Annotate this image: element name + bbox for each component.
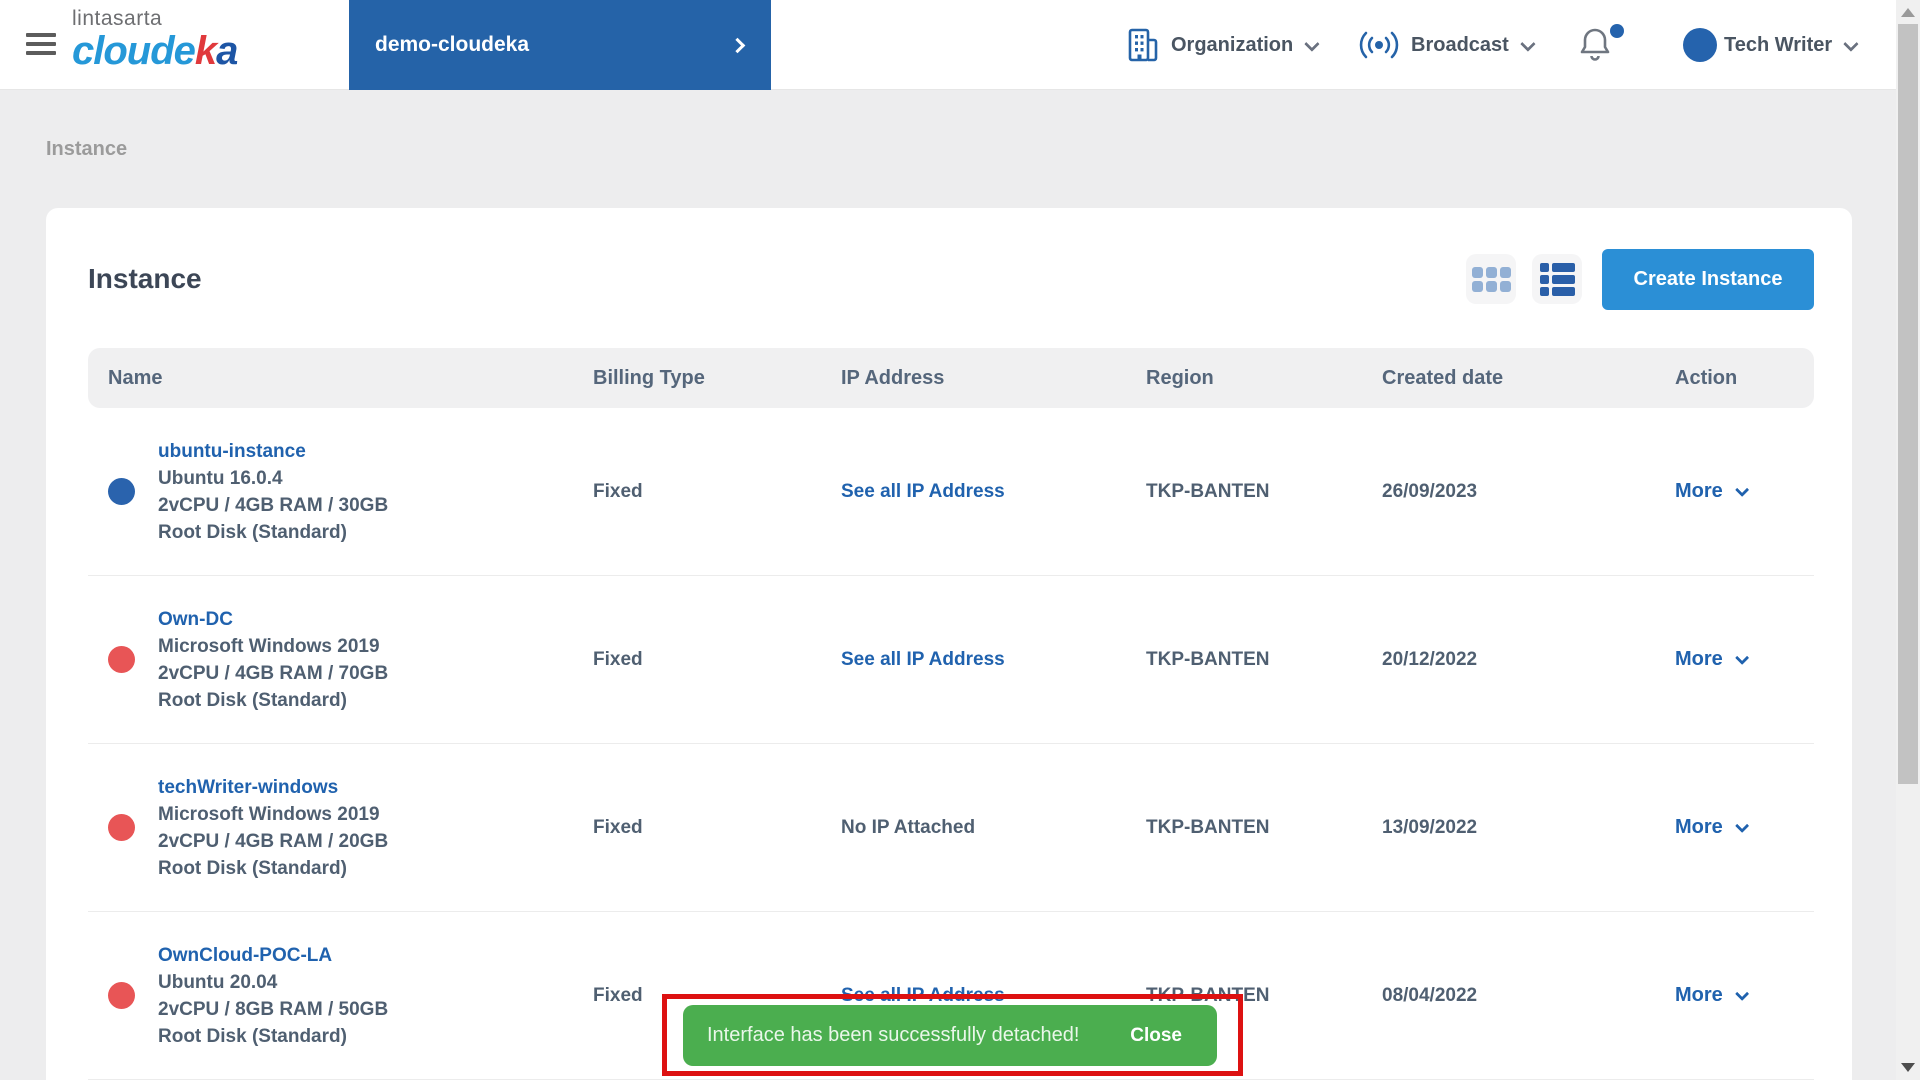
instance-disk: Root Disk (Standard) [158, 519, 388, 546]
create-instance-button[interactable]: Create Instance [1602, 249, 1814, 310]
instance-disk: Root Disk (Standard) [158, 855, 388, 882]
table-row: techWriter-windows Microsoft Windows 201… [88, 744, 1814, 912]
chevron-down-icon [1735, 986, 1749, 1000]
region-cell: TKP-BANTEN [1146, 481, 1382, 503]
list-view-icon [1540, 263, 1575, 296]
user-avatar[interactable] [1683, 28, 1717, 62]
instance-disk: Root Disk (Standard) [158, 687, 388, 714]
region-cell: TKP-BANTEN [1146, 985, 1382, 1007]
instance-name-link[interactable]: OwnCloud-POC-LA [158, 942, 388, 969]
more-actions-button[interactable]: More [1675, 480, 1814, 503]
user-menu[interactable]: Tech Writer [1724, 0, 1855, 90]
instance-name-cell: OwnCloud-POC-LA Ubuntu 20.04 2vCPU / 8GB… [88, 942, 593, 1050]
instance-os: Ubuntu 20.04 [158, 969, 388, 996]
status-dot [108, 814, 135, 841]
instance-os: Microsoft Windows 2019 [158, 633, 388, 660]
list-view-button[interactable] [1532, 254, 1582, 304]
billing-type-cell: Fixed [593, 817, 841, 839]
instance-os: Ubuntu 16.0.4 [158, 465, 388, 492]
cloudeka-logo: lintasarta cloudeka [72, 8, 237, 71]
table-row: Own-DC Microsoft Windows 2019 2vCPU / 4G… [88, 576, 1814, 744]
billing-type-cell: Fixed [593, 481, 841, 503]
created-date-cell: 13/09/2022 [1382, 817, 1675, 839]
scrollbar-up-arrow-icon[interactable] [1901, 8, 1915, 17]
created-date-cell: 20/12/2022 [1382, 649, 1675, 671]
instance-name-cell: Own-DC Microsoft Windows 2019 2vCPU / 4G… [88, 606, 593, 714]
chevron-right-icon [730, 37, 746, 53]
project-selector[interactable]: demo-cloudeka [349, 0, 771, 90]
chevron-down-icon [1735, 818, 1749, 832]
bell-icon [1578, 26, 1612, 64]
instance-table-body: ubuntu-instance Ubuntu 16.0.4 2vCPU / 4G… [88, 408, 1814, 1080]
chevron-down-icon [1843, 36, 1859, 52]
more-actions-button[interactable]: More [1675, 984, 1814, 1007]
toast-message: Interface has been successfully detached… [707, 1024, 1079, 1047]
page-title: Instance [88, 263, 202, 295]
broadcast-label: Broadcast [1411, 34, 1509, 57]
instance-name-cell: techWriter-windows Microsoft Windows 201… [88, 774, 593, 882]
instance-name-link[interactable]: ubuntu-instance [158, 438, 388, 465]
region-cell: TKP-BANTEN [1146, 817, 1382, 839]
chevron-down-icon [1735, 650, 1749, 664]
billing-type-cell: Fixed [593, 649, 841, 671]
column-header-created-date: Created date [1382, 367, 1675, 390]
organization-dropdown[interactable]: Organization [1127, 0, 1316, 90]
created-date-cell: 26/09/2023 [1382, 481, 1675, 503]
vertical-scrollbar[interactable] [1896, 0, 1920, 1080]
broadcast-icon [1359, 30, 1399, 60]
status-dot [108, 982, 135, 1009]
column-header-name: Name [88, 367, 593, 390]
instance-name-cell: ubuntu-instance Ubuntu 16.0.4 2vCPU / 4G… [88, 438, 593, 546]
instance-disk: Root Disk (Standard) [158, 1023, 388, 1050]
instance-name-link[interactable]: Own-DC [158, 606, 388, 633]
user-name-label: Tech Writer [1724, 34, 1832, 57]
notification-bell-button[interactable] [1578, 26, 1624, 66]
status-dot [108, 646, 135, 673]
top-navigation-bar: lintasarta cloudeka demo-cloudeka Organi… [0, 0, 1896, 90]
column-header-region: Region [1146, 367, 1382, 390]
instance-spec: 2vCPU / 4GB RAM / 20GB [158, 828, 388, 855]
ip-address-link[interactable]: See all IP Address [841, 649, 1146, 671]
instance-name-link[interactable]: techWriter-windows [158, 774, 388, 801]
region-cell: TKP-BANTEN [1146, 649, 1382, 671]
status-dot [108, 478, 135, 505]
column-header-ip-address: IP Address [841, 367, 1146, 390]
table-row: ubuntu-instance Ubuntu 16.0.4 2vCPU / 4G… [88, 408, 1814, 576]
ip-address-link[interactable]: See all IP Address [841, 481, 1146, 503]
more-actions-button[interactable]: More [1675, 648, 1814, 671]
instance-spec: 2vCPU / 4GB RAM / 70GB [158, 660, 388, 687]
column-header-action: Action [1675, 367, 1814, 390]
breadcrumb: Instance [46, 138, 127, 161]
table-header-row: Name Billing Type IP Address Region Crea… [88, 348, 1814, 408]
broadcast-dropdown[interactable]: Broadcast [1359, 0, 1532, 90]
chevron-down-icon [1304, 36, 1320, 52]
organization-building-icon [1127, 28, 1159, 62]
success-toast: Interface has been successfully detached… [683, 1005, 1217, 1066]
more-actions-button[interactable]: More [1675, 816, 1814, 839]
hamburger-menu-icon[interactable] [26, 33, 56, 57]
instance-card: Instance Create Instance Name Billing Ty… [46, 208, 1852, 1080]
column-header-billing-type: Billing Type [593, 367, 841, 390]
notification-badge-dot [1610, 24, 1624, 38]
ip-address-link[interactable]: See all IP Address [841, 985, 1146, 1007]
created-date-cell: 08/04/2022 [1382, 985, 1675, 1007]
chevron-down-icon [1735, 482, 1749, 496]
logo-lintasarta-text: lintasarta [72, 8, 237, 29]
billing-type-cell: Fixed [593, 985, 841, 1007]
project-name-label: demo-cloudeka [375, 33, 529, 57]
chevron-down-icon [1520, 36, 1536, 52]
view-controls: Create Instance [1466, 249, 1814, 310]
grid-view-button[interactable] [1466, 254, 1516, 304]
grid-view-icon [1472, 267, 1511, 292]
scrollbar-down-arrow-icon[interactable] [1901, 1063, 1915, 1072]
instance-spec: 2vCPU / 8GB RAM / 50GB [158, 996, 388, 1023]
organization-label: Organization [1171, 34, 1293, 57]
instance-spec: 2vCPU / 4GB RAM / 30GB [158, 492, 388, 519]
instance-os: Microsoft Windows 2019 [158, 801, 388, 828]
logo-cloudeka-text: cloudeka [72, 31, 237, 71]
ip-address-link[interactable]: No IP Attached [841, 817, 1146, 839]
card-header: Instance Create Instance [88, 248, 1814, 310]
toast-close-button[interactable]: Close [1130, 1025, 1182, 1047]
scrollbar-thumb[interactable] [1898, 24, 1918, 784]
